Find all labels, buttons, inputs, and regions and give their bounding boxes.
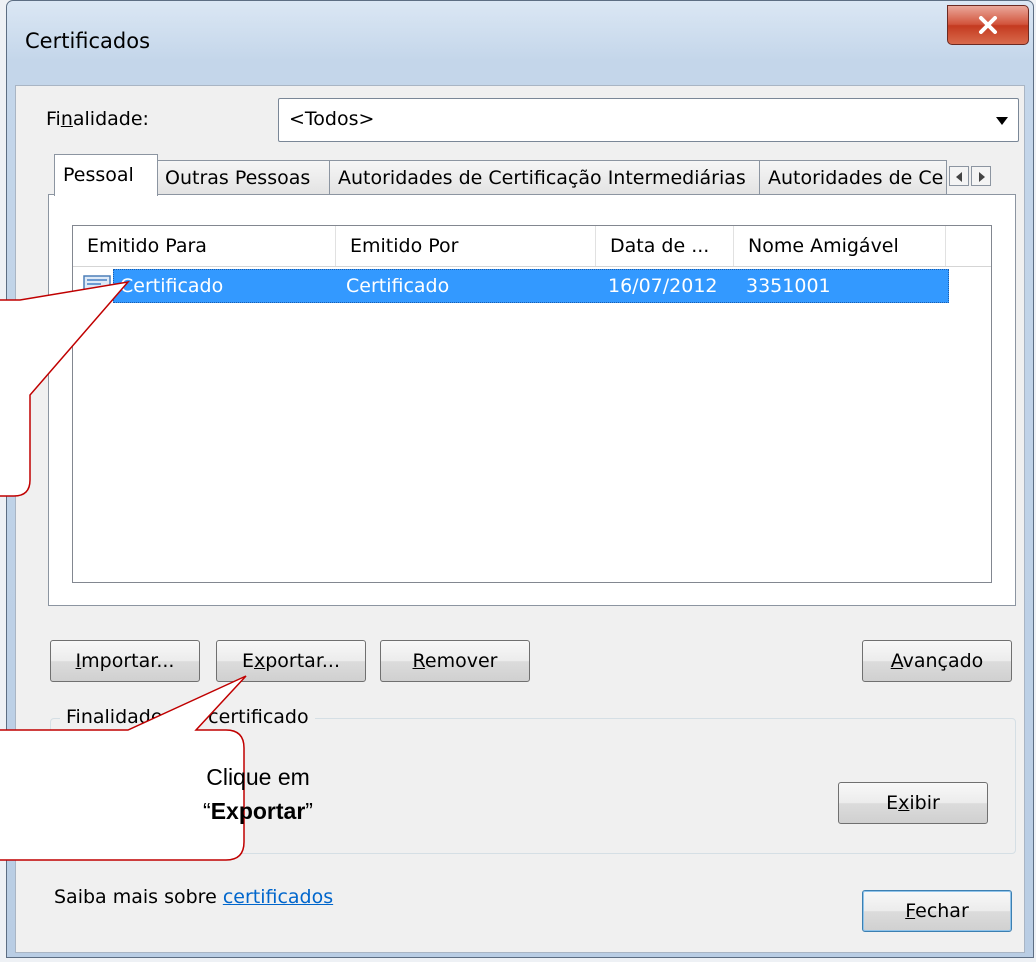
- close-icon: [979, 16, 997, 34]
- tab-strip: Pessoal Outras Pessoas Autoridades de Ce…: [54, 154, 1014, 196]
- tab-autoridades-raiz[interactable]: Autoridades de Ce: [759, 160, 947, 194]
- tab-pessoal[interactable]: Pessoal: [54, 154, 158, 196]
- purpose-selected-value: <Todos>: [289, 108, 375, 130]
- certificados-link[interactable]: certificados: [223, 886, 333, 908]
- cell-emitido-por: Certificado: [346, 275, 450, 297]
- callout-exportar-text: Clique em “Exportar”: [203, 764, 313, 824]
- chevron-down-icon: [996, 117, 1008, 125]
- column-header-data[interactable]: Data de ...: [596, 226, 734, 266]
- cell-emitido-para: Certificado: [120, 275, 224, 297]
- cell-nome-amigavel: 3351001: [746, 275, 831, 297]
- purpose-dropdown[interactable]: <Todos>: [278, 98, 1019, 142]
- importar-button[interactable]: Importar...: [50, 640, 200, 682]
- remover-button[interactable]: Remover: [380, 640, 530, 682]
- purpose-label: Finalidade:: [46, 108, 149, 130]
- exibir-button[interactable]: Exibir: [838, 782, 988, 824]
- tab-scroll-buttons: [949, 166, 993, 191]
- tab-panel-pessoal: Emitido Para Emitido Por Data de ... Nom…: [48, 194, 1016, 606]
- tab-autoridades-intermediarias[interactable]: Autoridades de Certificação Intermediári…: [329, 160, 761, 194]
- column-header-emitido-por[interactable]: Emitido Por: [336, 226, 596, 266]
- certificate-icon: [83, 275, 111, 298]
- chevron-right-icon: [979, 172, 985, 182]
- exportar-button[interactable]: Exportar...: [216, 640, 366, 682]
- tab-scroll-right-button[interactable]: [971, 166, 991, 186]
- list-header: Emitido Para Emitido Por Data de ... Nom…: [73, 226, 991, 267]
- groupbox-title: Finalidades do certificado: [60, 706, 315, 728]
- cell-data: 16/07/2012: [608, 275, 718, 297]
- column-header-emitido-para[interactable]: Emitido Para: [73, 226, 336, 266]
- avancado-button[interactable]: Avançado: [862, 640, 1012, 682]
- chevron-left-icon: [956, 172, 962, 182]
- table-row[interactable]: Certificado Certificado 16/07/2012 33510…: [113, 269, 949, 303]
- column-header-nome-amigavel[interactable]: Nome Amigável: [734, 226, 946, 266]
- certificates-dialog: Certificados Finalidade: <Todos> Pessoal…: [6, 0, 1034, 958]
- tab-scroll-left-button[interactable]: [949, 166, 969, 186]
- certificate-list[interactable]: Emitido Para Emitido Por Data de ... Nom…: [72, 225, 992, 583]
- title-bar[interactable]: Certificados: [7, 1, 1033, 85]
- window-title: Certificados: [25, 29, 151, 53]
- learn-more-text: Saiba mais sobre certificados: [54, 886, 334, 908]
- fechar-button[interactable]: Fechar: [862, 890, 1012, 932]
- close-button[interactable]: [947, 5, 1029, 45]
- dialog-body: Finalidade: <Todos> Pessoal Outras Pesso…: [15, 85, 1025, 953]
- tab-outras-pessoas[interactable]: Outras Pessoas: [156, 160, 331, 194]
